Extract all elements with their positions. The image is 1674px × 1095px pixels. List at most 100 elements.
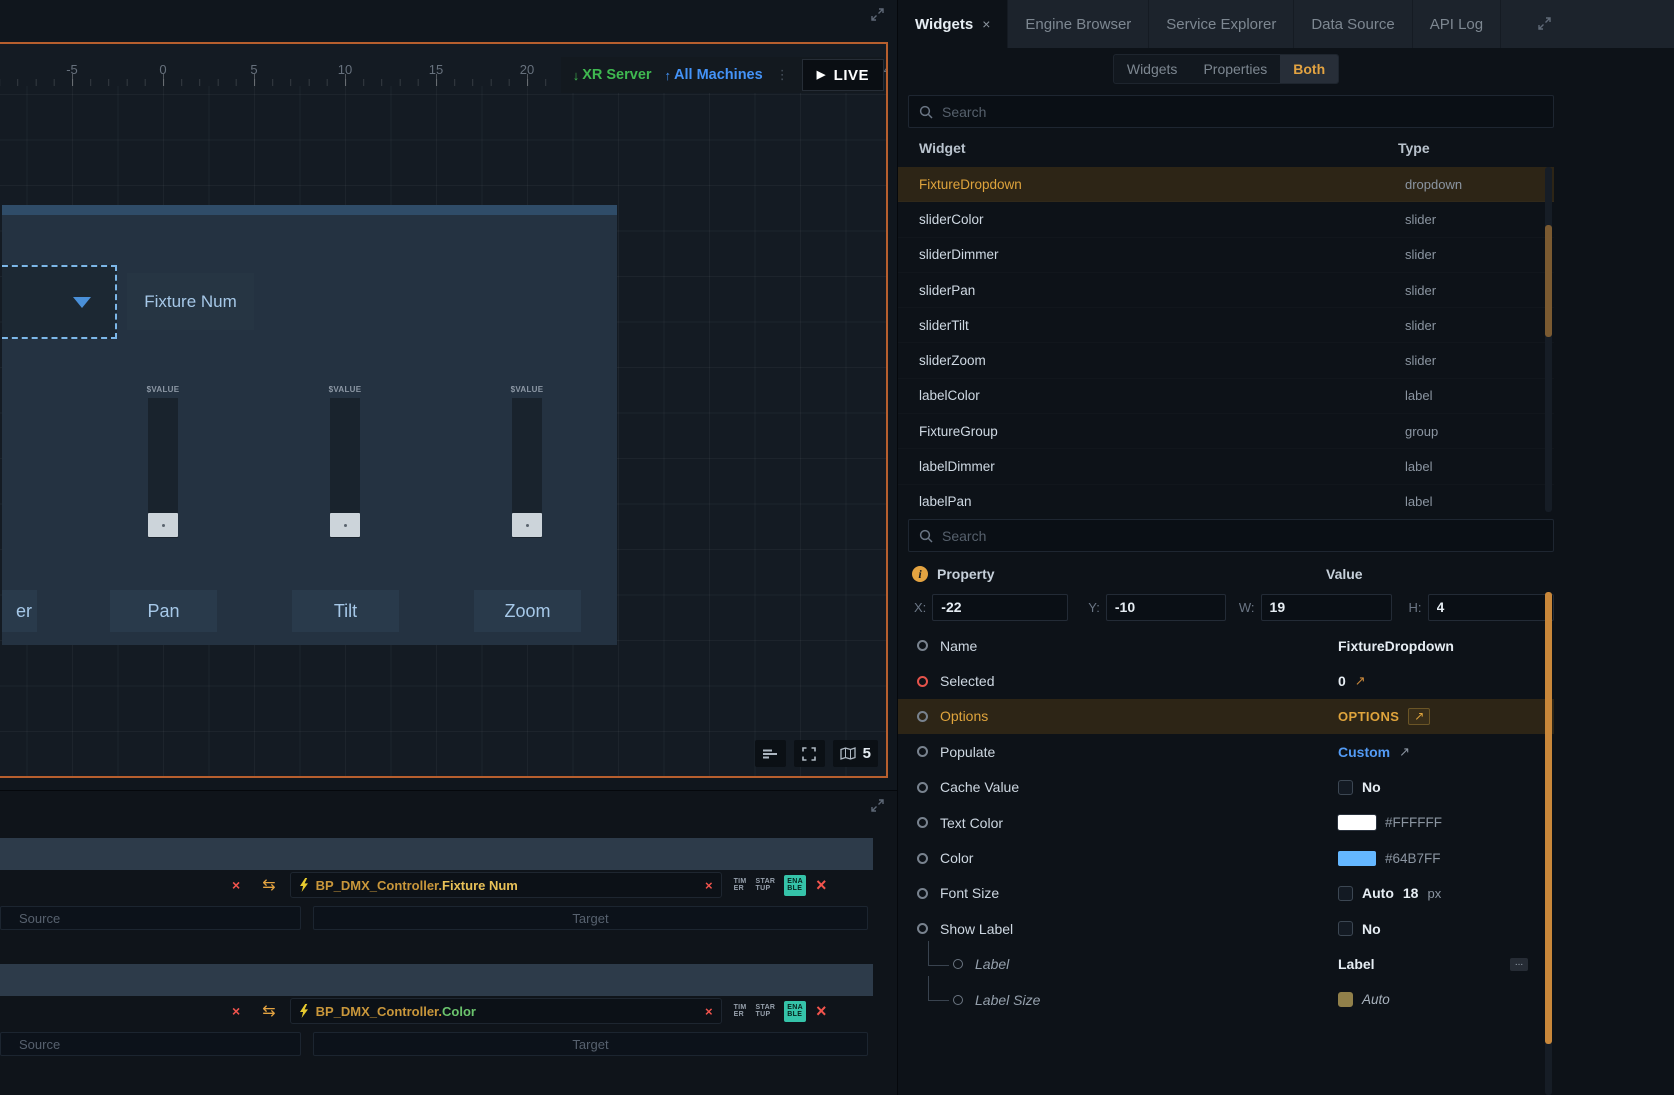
binding-target-box[interactable]: BP_DMX_Controller.Fixture Num×	[290, 872, 722, 898]
property-pin-icon[interactable]	[917, 782, 928, 793]
design-canvas[interactable]: -50510152040 ↓XR Server ↑All Machines ⋮ …	[0, 42, 888, 778]
label-widget-pan[interactable]: Pan	[110, 590, 217, 632]
live-button[interactable]: ▶LIVE	[802, 59, 884, 91]
properties-scrollbar[interactable]	[1545, 592, 1552, 1095]
open-editor-icon[interactable]: ↗	[1408, 708, 1430, 725]
slider-thumb[interactable]	[512, 513, 542, 537]
property-row-color[interactable]: Color#64B7FF	[898, 840, 1554, 875]
swap-direction-icon[interactable]: ⇆	[262, 875, 275, 895]
fixture-dropdown-widget[interactable]	[2, 265, 117, 339]
slider-track[interactable]	[512, 398, 542, 538]
xr-server-status[interactable]: ↓XR Server	[573, 67, 652, 83]
widget-row-fixturegroup[interactable]: FixtureGroupgroup	[898, 414, 1554, 449]
console-log-button[interactable]	[755, 740, 786, 767]
geometry-input-h[interactable]	[1428, 594, 1554, 621]
geometry-input-x[interactable]	[932, 594, 1068, 621]
expand-bindings-icon[interactable]	[871, 799, 884, 817]
font-size-value[interactable]: 18	[1403, 885, 1419, 901]
source-input[interactable]	[0, 1032, 301, 1056]
clear-binding-icon[interactable]: ×	[705, 1005, 713, 1018]
open-editor-icon[interactable]: ↗	[1399, 744, 1410, 760]
property-row-cache-value[interactable]: Cache ValueNo	[898, 770, 1554, 805]
swap-direction-icon[interactable]: ⇆	[262, 1001, 275, 1021]
delete-binding-icon[interactable]: ×	[816, 876, 827, 894]
property-pin-icon[interactable]	[917, 817, 928, 828]
value-link[interactable]: Custom	[1338, 744, 1390, 760]
geometry-input-w[interactable]	[1261, 594, 1392, 621]
property-row-show-label[interactable]: Show LabelNo	[898, 911, 1554, 946]
tab-data-source[interactable]: Data Source	[1294, 0, 1412, 48]
property-pin-icon[interactable]	[917, 640, 928, 651]
widget-row-sliderzoom[interactable]: sliderZoomslider	[898, 343, 1554, 378]
source-input[interactable]	[0, 906, 301, 930]
property-row-selected[interactable]: Selected0↗	[898, 663, 1554, 698]
property-search-input[interactable]	[942, 528, 1543, 544]
tab-engine-browser[interactable]: Engine Browser	[1008, 0, 1149, 48]
open-editor-icon[interactable]: ↗	[1355, 673, 1366, 689]
widget-list-scrollbar[interactable]	[1545, 167, 1552, 512]
label-widget-zoom[interactable]: Zoom	[474, 590, 581, 632]
property-pin-icon[interactable]	[917, 853, 928, 864]
close-tab-icon[interactable]: ×	[982, 16, 990, 32]
value-link[interactable]: OPTIONS	[1338, 709, 1399, 724]
widget-row-labeldimmer[interactable]: labelDimmerlabel	[898, 449, 1554, 484]
widget-search-input[interactable]	[942, 104, 1543, 120]
slider-track[interactable]	[330, 398, 360, 538]
canvas-grid[interactable]: Fixture Num $VALUE$VALUE$VALUE er PanTil…	[0, 86, 886, 776]
delete-binding-icon[interactable]: ×	[816, 1002, 827, 1020]
property-pin-icon[interactable]	[917, 746, 928, 757]
property-pin-icon[interactable]	[917, 676, 928, 687]
widget-row-sliderpan[interactable]: sliderPanslider	[898, 273, 1554, 308]
property-row-name[interactable]: NameFixtureDropdown	[898, 628, 1554, 663]
fixture-num-label-widget[interactable]: Fixture Num	[127, 273, 254, 330]
property-row-options[interactable]: OptionsOPTIONS↗	[898, 699, 1554, 734]
property-row-font-size[interactable]: Font SizeAuto18px	[898, 876, 1554, 911]
property-row-populate[interactable]: PopulateCustom↗	[898, 734, 1554, 769]
checkbox[interactable]	[1338, 992, 1353, 1007]
fit-view-button[interactable]	[794, 740, 825, 767]
expand-panel-icon[interactable]	[1538, 17, 1551, 35]
checkbox[interactable]	[1338, 886, 1353, 901]
all-machines-status[interactable]: ↑All Machines	[665, 67, 763, 83]
property-pin-icon[interactable]	[917, 923, 928, 934]
view-mode-widgets[interactable]: Widgets	[1114, 55, 1191, 83]
remove-node-icon[interactable]: ×	[232, 878, 240, 892]
tab-service-explorer[interactable]: Service Explorer	[1149, 0, 1294, 48]
more-options-button[interactable]: ...	[1510, 958, 1528, 971]
label-widget-dimmer-clipped[interactable]: er	[2, 590, 37, 632]
widget-row-labelpan[interactable]: labelPanlabel	[898, 485, 1554, 512]
property-pin-icon[interactable]	[917, 711, 928, 722]
clear-binding-icon[interactable]: ×	[705, 879, 713, 892]
binding-group-bar[interactable]	[0, 838, 873, 870]
label-widget-tilt[interactable]: Tilt	[292, 590, 399, 632]
scrollbar-thumb[interactable]	[1545, 225, 1552, 337]
flag-enable[interactable]: ENABLE	[784, 875, 806, 896]
view-mode-properties[interactable]: Properties	[1190, 55, 1280, 83]
checkbox[interactable]	[1338, 921, 1353, 936]
target-input[interactable]	[313, 1032, 868, 1056]
map-pages-button[interactable]: 5	[833, 740, 878, 767]
flag-enable[interactable]: ENABLE	[784, 1001, 806, 1022]
fixture-group-widget[interactable]: Fixture Num $VALUE$VALUE$VALUE er PanTil…	[2, 205, 617, 645]
checkbox[interactable]	[1338, 780, 1353, 795]
slider-thumb[interactable]	[148, 513, 178, 537]
value-text[interactable]: Label	[1338, 956, 1375, 972]
remove-node-icon[interactable]: ×	[232, 1004, 240, 1018]
binding-group-bar[interactable]	[0, 964, 873, 996]
color-swatch[interactable]	[1338, 851, 1376, 866]
property-row-text-color[interactable]: Text Color#FFFFFF	[898, 805, 1554, 840]
widget-row-labelcolor[interactable]: labelColorlabel	[898, 379, 1554, 414]
flag-startup[interactable]: STARTUP	[756, 878, 776, 893]
tab-api-log[interactable]: API Log	[1413, 0, 1501, 48]
binding-target-box[interactable]: BP_DMX_Controller.Color×	[290, 998, 722, 1024]
property-row-label-size[interactable]: Label SizeAuto	[898, 982, 1554, 1017]
widget-row-slidercolor[interactable]: sliderColorslider	[898, 202, 1554, 237]
view-mode-both[interactable]: Both	[1280, 55, 1338, 83]
slider-thumb[interactable]	[330, 513, 360, 537]
slider-track[interactable]	[148, 398, 178, 538]
flag-startup[interactable]: STARTUP	[756, 1004, 776, 1019]
property-pin-icon[interactable]	[917, 888, 928, 899]
geometry-input-y[interactable]	[1106, 594, 1226, 621]
expand-viewport-icon[interactable]	[871, 8, 884, 26]
flag-timer[interactable]: TIMER	[734, 878, 747, 893]
